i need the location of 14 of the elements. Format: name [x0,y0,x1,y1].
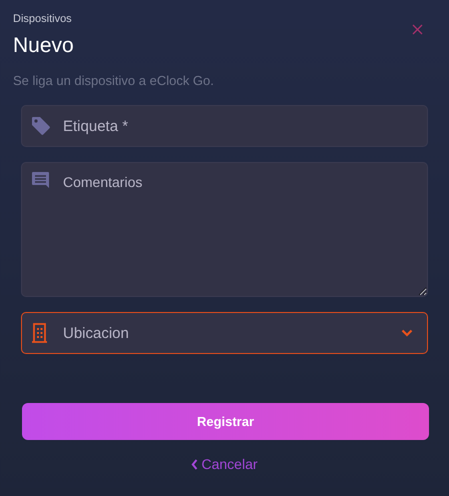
cancel-link[interactable]: Cancelar [13,454,436,475]
building-icon [31,323,48,343]
dialog-title: Nuevo [13,33,75,59]
tag-icon [31,116,51,136]
subtitle: Se liga un dispositivo a eClock Go. [13,73,215,89]
breadcrumb: Dispositivos [13,12,73,26]
chevron-down-icon [401,329,413,337]
comments-field[interactable]: Comentarios [21,162,428,297]
comment-icon [31,171,50,189]
register-button[interactable]: Registrar [22,403,429,440]
chevron-left-icon [191,459,198,470]
label-field[interactable]: Etiqueta * [21,105,428,147]
location-select[interactable]: Ubicacion [21,312,428,354]
close-icon[interactable] [412,24,423,35]
